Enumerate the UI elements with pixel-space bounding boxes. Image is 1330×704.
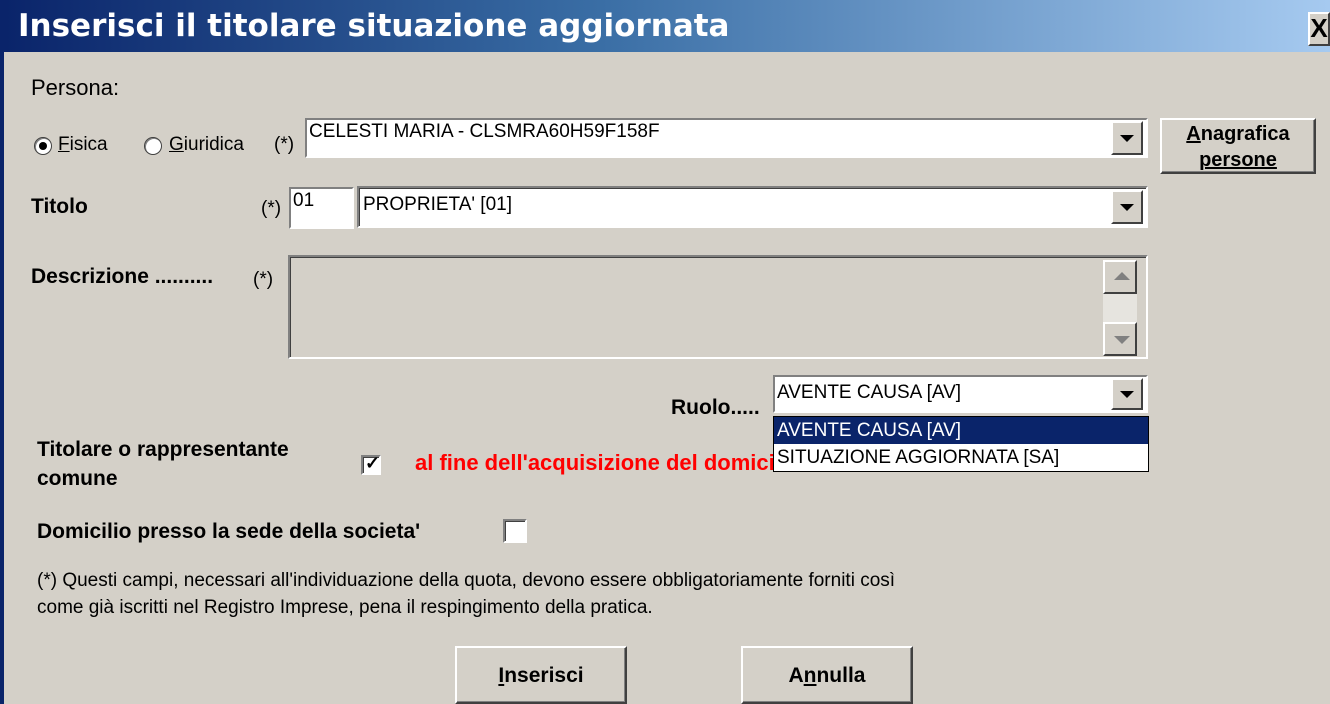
titolo-code-field[interactable]: 01	[289, 187, 354, 229]
descrizione-scrollbar[interactable]	[1103, 260, 1137, 356]
titolo-code: 01	[293, 190, 315, 211]
ruolo-combobox[interactable]: AVENTE CAUSA [AV]	[773, 375, 1148, 413]
chevron-down-icon	[1120, 391, 1134, 398]
scroll-up-icon	[1114, 272, 1130, 280]
chevron-down-icon	[1120, 135, 1134, 142]
titolare-label-line1: Titolare o rappresentante	[37, 438, 289, 461]
close-icon: X	[1310, 13, 1328, 43]
footnote-line2: come già iscritti nel Registro Imprese, …	[37, 597, 653, 618]
persona-heading: Persona:	[31, 75, 120, 100]
titolo-label: Titolo	[31, 195, 88, 218]
ruolo-option-avente-causa[interactable]: AVENTE CAUSA [AV]	[774, 417, 1148, 444]
ruolo-label: Ruolo.....	[671, 396, 760, 419]
radio-giuridica-label[interactable]: Giuridica	[169, 134, 244, 156]
anagrafica-persone-button[interactable]: Anagrafica persone	[1160, 118, 1316, 174]
inserisci-button[interactable]: Inserisci	[455, 646, 627, 704]
radio-fisica-label[interactable]: Fisica	[58, 134, 108, 156]
ruolo-dropdown-button[interactable]	[1111, 378, 1143, 410]
domicilio-label: Domicilio presso la sede della societa'	[37, 520, 421, 543]
chevron-down-icon	[1120, 204, 1134, 211]
descrizione-textarea[interactable]	[288, 255, 1148, 359]
titolare-checkbox[interactable]: ✓	[361, 453, 381, 475]
dialog-window: Inserisci il titolare situazione aggiorn…	[0, 0, 1330, 704]
titolo-combobox[interactable]: PROPRIETA' [01]	[357, 186, 1148, 228]
anagrafica-line1: Anagrafica	[1186, 123, 1290, 145]
titolo-dropdown-button[interactable]	[1111, 190, 1143, 224]
scroll-down-icon	[1114, 336, 1130, 344]
titolo-required-mark: (*)	[261, 198, 282, 219]
scroll-up-button[interactable]	[1103, 260, 1137, 294]
titolare-note: al fine dell'acquisizione del domicilio	[415, 450, 775, 475]
check-icon: ✓	[365, 453, 381, 473]
radio-selected-dot	[39, 142, 47, 150]
persona-combobox[interactable]: CELESTI MARIA - CLSMRA60H59F158F	[305, 118, 1148, 158]
close-button[interactable]: X	[1308, 12, 1330, 46]
persona-dropdown-button[interactable]	[1111, 121, 1143, 155]
footnote-line1: (*) Questi campi, necessari all'individu…	[37, 570, 896, 591]
domicilio-checkbox[interactable]	[503, 519, 527, 543]
persona-required-mark: (*)	[274, 134, 295, 155]
window-title: Inserisci il titolare situazione aggiorn…	[18, 8, 730, 44]
ruolo-value: AVENTE CAUSA [AV]	[777, 382, 962, 403]
anagrafica-line2: persone	[1199, 149, 1277, 171]
descrizione-required-mark: (*)	[253, 269, 274, 290]
titolo-value: PROPRIETA' [01]	[363, 194, 512, 215]
radio-fisica[interactable]	[34, 137, 52, 155]
ruolo-dropdown-list[interactable]: AVENTE CAUSA [AV] SITUAZIONE AGGIORNATA …	[773, 416, 1149, 472]
ruolo-option-situazione-aggiornata[interactable]: SITUAZIONE AGGIORNATA [SA]	[774, 444, 1148, 471]
annulla-button[interactable]: Annulla	[741, 646, 913, 704]
radio-giuridica[interactable]	[144, 137, 162, 155]
scroll-down-button[interactable]	[1103, 322, 1137, 356]
titolare-label-line2: comune	[37, 467, 118, 490]
descrizione-label: Descrizione ..........	[31, 265, 214, 288]
persona-value: CELESTI MARIA - CLSMRA60H59F158F	[309, 121, 660, 142]
title-bar[interactable]: Inserisci il titolare situazione aggiorn…	[4, 0, 1330, 52]
